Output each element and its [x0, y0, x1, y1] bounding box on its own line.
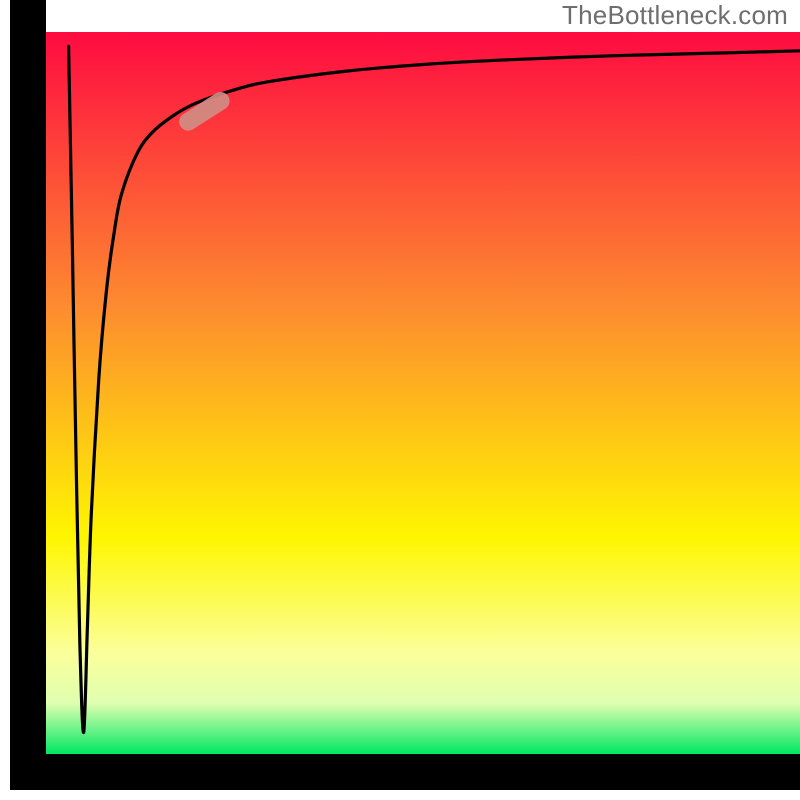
- axis-frame-bottom: [10, 754, 800, 790]
- plot-background: [46, 32, 800, 754]
- watermark-text: TheBottleneck.com: [562, 0, 788, 31]
- chart-stage: TheBottleneck.com: [0, 0, 800, 800]
- bottleneck-chart: [0, 0, 800, 800]
- axis-frame-left: [10, 0, 46, 790]
